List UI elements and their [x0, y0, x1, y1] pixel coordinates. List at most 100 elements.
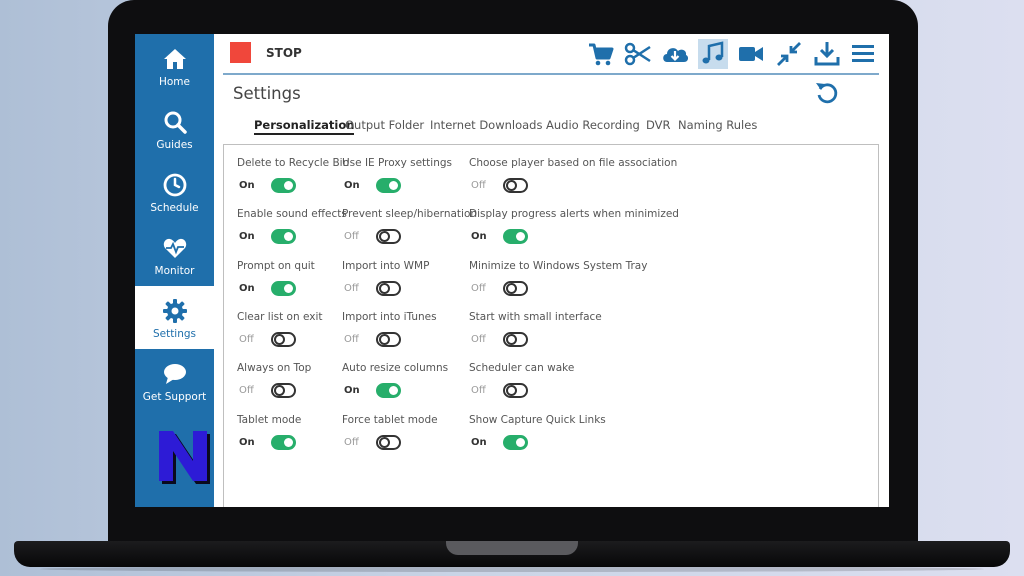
setting-state-enable-sound-effects: On	[239, 231, 255, 242]
setting-label-prompt-on-quit: Prompt on quit	[237, 260, 315, 272]
setting-state-force-tablet-mode: Off	[344, 437, 359, 448]
hamburger-menu-icon[interactable]	[848, 39, 878, 69]
sidebar-item-guides[interactable]: Guides	[135, 97, 214, 160]
tab-personalization[interactable]: Personalization	[254, 118, 355, 135]
setting-label-prevent-sleep-hibernation: Prevent sleep/hibernation	[342, 208, 478, 220]
tab-output-folder[interactable]: Output Folder	[345, 118, 424, 132]
cloud-download-icon[interactable]	[660, 39, 690, 69]
toggle-knob	[516, 438, 525, 447]
toggle-auto-resize-columns[interactable]	[376, 383, 401, 398]
toggle-knob	[516, 232, 525, 241]
toggle-display-progress-alerts-when-minimized[interactable]	[503, 229, 528, 244]
setting-state-delete-to-recycle-bin: On	[239, 180, 255, 191]
toggle-knob	[274, 334, 285, 345]
reset-icon[interactable]	[814, 80, 840, 106]
sidebar-item-label: Monitor	[154, 265, 195, 277]
gear-icon	[162, 299, 187, 323]
sidebar-item-label: Guides	[156, 139, 193, 151]
setting-label-enable-sound-effects: Enable sound effects	[237, 208, 347, 220]
toggle-knob	[506, 283, 517, 294]
tab-naming-rules[interactable]: Naming Rules	[678, 118, 757, 132]
sidebar-item-settings[interactable]: Settings	[135, 286, 214, 349]
setting-state-choose-player-based-on-file-association: Off	[471, 180, 486, 191]
toggle-knob	[506, 180, 517, 191]
toggle-knob	[389, 181, 398, 190]
home-icon	[163, 49, 186, 69]
toggle-delete-to-recycle-bin[interactable]	[271, 178, 296, 193]
setting-label-display-progress-alerts-when-minimized: Display progress alerts when minimized	[469, 208, 679, 220]
setting-label-show-capture-quick-links: Show Capture Quick Links	[469, 414, 606, 426]
setting-state-show-capture-quick-links: On	[471, 437, 487, 448]
toggle-knob	[284, 232, 293, 241]
n-logo-icon	[159, 431, 210, 484]
setting-label-import-into-itunes: Import into iTunes	[342, 311, 437, 323]
toggle-force-tablet-mode[interactable]	[376, 435, 401, 450]
setting-state-scheduler-can-wake: Off	[471, 385, 486, 396]
download-tray-icon[interactable]	[812, 39, 842, 69]
toggle-use-ie-proxy-settings[interactable]	[376, 178, 401, 193]
toggle-scheduler-can-wake[interactable]	[503, 383, 528, 398]
tab-internet-downloads[interactable]: Internet Downloads	[430, 118, 542, 132]
sidebar-item-home[interactable]: Home	[135, 34, 214, 97]
toggle-show-capture-quick-links[interactable]	[503, 435, 528, 450]
toolbar-divider	[223, 73, 879, 75]
toggle-knob	[389, 386, 398, 395]
video-camera-icon[interactable]	[736, 39, 766, 69]
toggle-tablet-mode[interactable]	[271, 435, 296, 450]
setting-label-clear-list-on-exit: Clear list on exit	[237, 311, 323, 323]
cart-icon[interactable]	[586, 39, 616, 69]
setting-state-prompt-on-quit: On	[239, 283, 255, 294]
setting-label-force-tablet-mode: Force tablet mode	[342, 414, 438, 426]
laptop-notch	[446, 541, 578, 555]
tab-audio-recording[interactable]: Audio Recording	[546, 118, 640, 132]
compress-arrows-icon[interactable]	[774, 39, 804, 69]
toggle-import-into-itunes[interactable]	[376, 332, 401, 347]
stop-button[interactable]	[230, 42, 251, 63]
setting-state-auto-resize-columns: On	[344, 385, 360, 396]
sidebar-item-label: Get Support	[142, 391, 207, 403]
toggle-start-with-small-interface[interactable]	[503, 332, 528, 347]
setting-label-minimize-to-windows-system-tray: Minimize to Windows System Tray	[469, 260, 648, 272]
setting-state-always-on-top: Off	[239, 385, 254, 396]
toggle-knob	[284, 181, 293, 190]
toggle-knob	[379, 283, 390, 294]
music-note-icon[interactable]	[698, 39, 728, 69]
setting-state-start-with-small-interface: Off	[471, 334, 486, 345]
setting-label-import-into-wmp: Import into WMP	[342, 260, 430, 272]
setting-label-start-with-small-interface: Start with small interface	[469, 311, 602, 323]
setting-state-clear-list-on-exit: Off	[239, 334, 254, 345]
toggle-minimize-to-windows-system-tray[interactable]	[503, 281, 528, 296]
setting-label-use-ie-proxy-settings: Use IE Proxy settings	[342, 157, 452, 169]
heart-pulse-icon	[163, 238, 186, 258]
clock-icon	[163, 173, 186, 197]
sidebar-item-schedule[interactable]: Schedule	[135, 160, 214, 223]
sidebar-item-monitor[interactable]: Monitor	[135, 223, 214, 286]
chat-bubble-icon	[163, 364, 186, 384]
toggle-knob	[379, 231, 390, 242]
toggle-prompt-on-quit[interactable]	[271, 281, 296, 296]
setting-state-use-ie-proxy-settings: On	[344, 180, 360, 191]
search-icon	[164, 111, 187, 134]
laptop-shadow	[40, 566, 984, 572]
setting-state-import-into-wmp: Off	[344, 283, 359, 294]
toggle-choose-player-based-on-file-association[interactable]	[503, 178, 528, 193]
page-title: Settings	[233, 84, 301, 103]
setting-label-delete-to-recycle-bin: Delete to Recycle Bin	[237, 157, 350, 169]
setting-state-minimize-to-windows-system-tray: Off	[471, 283, 486, 294]
toggle-prevent-sleep-hibernation[interactable]	[376, 229, 401, 244]
setting-state-display-progress-alerts-when-minimized: On	[471, 231, 487, 242]
sidebar-item-label: Settings	[152, 328, 197, 340]
sidebar-item-label: Schedule	[150, 202, 199, 214]
toggle-knob	[379, 334, 390, 345]
tab-dvr[interactable]: DVR	[646, 118, 671, 132]
setting-label-auto-resize-columns: Auto resize columns	[342, 362, 449, 374]
sidebar-item-label: Home	[158, 76, 190, 88]
toggle-clear-list-on-exit[interactable]	[271, 332, 296, 347]
toggle-always-on-top[interactable]	[271, 383, 296, 398]
toggle-import-into-wmp[interactable]	[376, 281, 401, 296]
app-window: Home Guides Schedule Monitor Settings Ge…	[135, 34, 889, 507]
sidebar-item-get-support[interactable]: Get Support	[135, 349, 214, 412]
scissors-icon[interactable]	[623, 39, 653, 69]
toggle-enable-sound-effects[interactable]	[271, 229, 296, 244]
toggle-knob	[284, 438, 293, 447]
